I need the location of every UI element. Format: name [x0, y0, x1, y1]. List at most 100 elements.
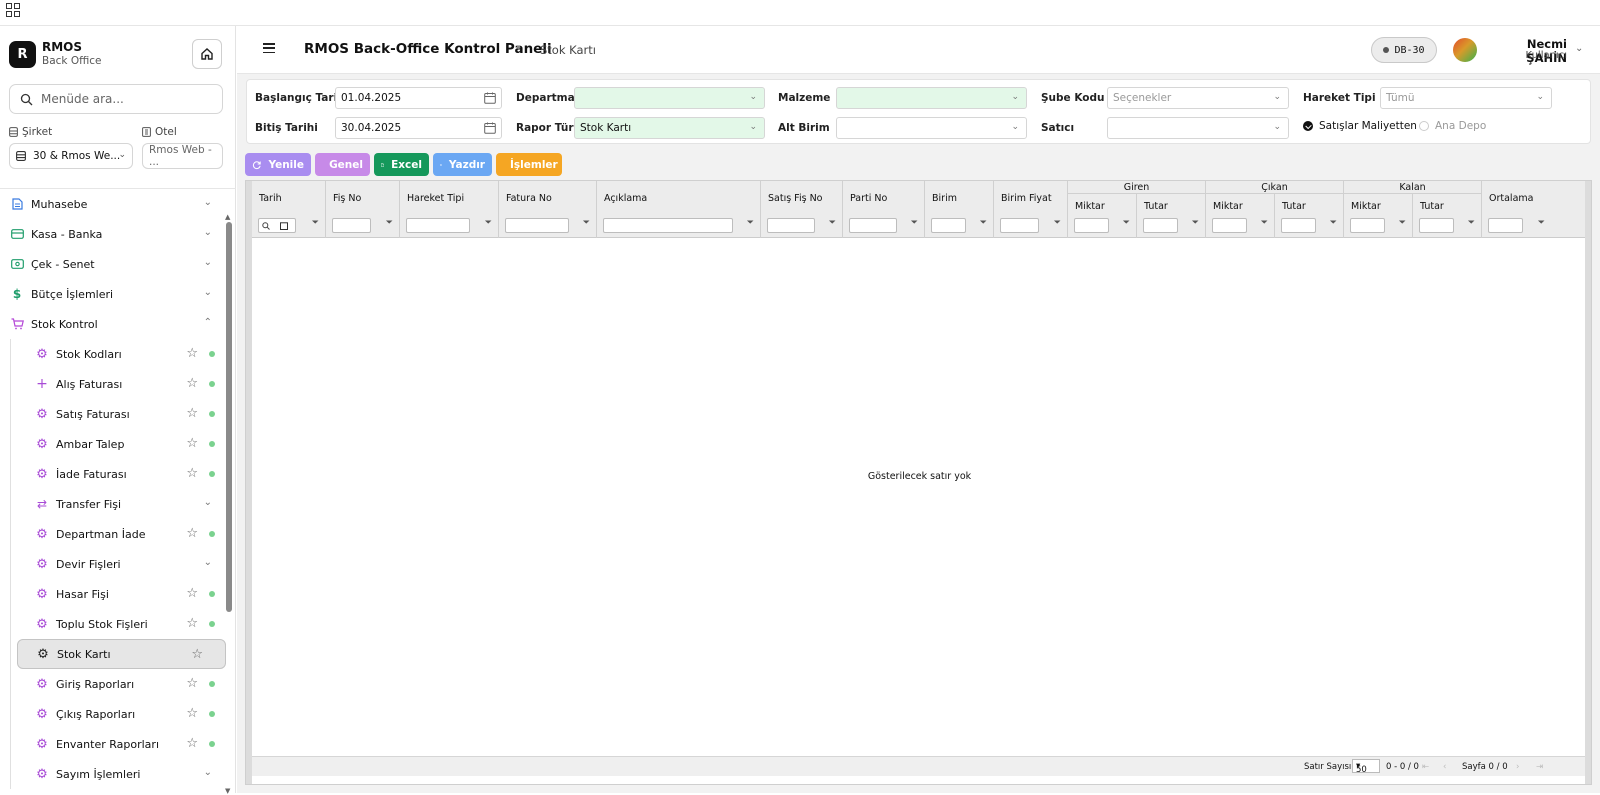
filter-icon[interactable]: ⏷: [312, 218, 319, 228]
star-icon[interactable]: ☆: [186, 706, 198, 721]
column-filter-input[interactable]: [1419, 218, 1454, 233]
grid-scrollbar[interactable]: [1585, 181, 1591, 784]
sidebar-item-devir-fisleri[interactable]: ⚙ Devir Fişleri ⌄: [17, 549, 226, 579]
column-ortalama[interactable]: Ortalama ⏷: [1482, 181, 1551, 238]
filter-icon[interactable]: ⏷: [1468, 218, 1475, 228]
column-filter-input[interactable]: [931, 218, 966, 233]
sidebar-item-iade-faturasi[interactable]: ⚙ İade Faturası ☆: [17, 459, 226, 489]
calendar-icon[interactable]: [280, 222, 288, 230]
rows-per-page-select[interactable]: 50 ▾: [1352, 759, 1380, 773]
filter-icon[interactable]: ⏷: [829, 218, 836, 228]
column-filter-input[interactable]: [406, 218, 470, 233]
column-aciklama[interactable]: Açıklama ⏷: [597, 181, 761, 238]
material-select[interactable]: ⌄: [836, 87, 1027, 109]
filter-icon[interactable]: ⏷: [1123, 218, 1130, 228]
end-date-input[interactable]: 30.04.2025: [335, 117, 502, 139]
filter-icon[interactable]: ⏷: [1192, 218, 1199, 228]
star-icon[interactable]: ☆: [186, 436, 198, 451]
sidebar-item-stok-kodlari[interactable]: ⚙ Stok Kodları ☆: [17, 339, 226, 369]
column-filter-input[interactable]: [1000, 218, 1039, 233]
sidebar-item-sayim-islemleri[interactable]: ⚙ Sayım İşlemleri ⌄: [17, 759, 226, 789]
previous-page-icon[interactable]: ‹: [1443, 762, 1446, 772]
database-badge[interactable]: DB-30: [1371, 37, 1437, 63]
general-button[interactable]: Genel: [315, 153, 370, 176]
first-page-icon[interactable]: ⇤: [1422, 762, 1429, 772]
column-filter-input[interactable]: [1488, 218, 1523, 233]
filter-icon[interactable]: ⏷: [1399, 218, 1406, 228]
filter-icon[interactable]: ⏷: [583, 218, 590, 228]
star-icon[interactable]: ☆: [186, 676, 198, 691]
column-kalan-miktar[interactable]: Miktar ⏷: [1344, 194, 1413, 238]
actions-button[interactable]: İşlemler: [496, 153, 562, 176]
report-type-select[interactable]: Stok Kartı ⌄: [574, 117, 765, 139]
column-filter-input[interactable]: [1074, 218, 1109, 233]
sidebar-item-departman-iade[interactable]: ⚙ Departman İade ☆: [17, 519, 226, 549]
star-icon[interactable]: ☆: [186, 736, 198, 751]
last-page-icon[interactable]: ⇥: [1536, 762, 1543, 772]
column-filter-input[interactable]: [332, 218, 371, 233]
sidebar-item-cikis-raporlari[interactable]: ⚙ Çıkış Raporları ☆: [17, 699, 226, 729]
star-icon[interactable]: ☆: [186, 406, 198, 421]
seller-select[interactable]: ⌄: [1107, 117, 1289, 139]
radio-main-depot[interactable]: Ana Depo: [1419, 120, 1486, 132]
filter-icon[interactable]: ⏷: [911, 218, 918, 228]
column-filter-input[interactable]: [505, 218, 569, 233]
column-parti-no[interactable]: Parti No ⏷: [843, 181, 925, 238]
start-date-input[interactable]: 01.04.2025: [335, 87, 502, 109]
star-icon[interactable]: ☆: [186, 586, 198, 601]
print-button[interactable]: Yazdır: [433, 153, 492, 176]
star-icon[interactable]: ☆: [191, 647, 203, 662]
column-filter-input[interactable]: [849, 218, 897, 233]
sidebar-scrollbar[interactable]: ▲ ▼: [225, 222, 233, 782]
hotel-select[interactable]: Rmos Web - ...: [142, 143, 223, 169]
column-birim-fiyat[interactable]: Birim Fiyat ⏷: [994, 181, 1068, 238]
excel-button[interactable]: Excel: [374, 153, 429, 176]
filter-icon[interactable]: ⏷: [1054, 218, 1061, 228]
column-filter-input[interactable]: [1212, 218, 1247, 233]
star-icon[interactable]: ☆: [186, 346, 198, 361]
sub-unit-select[interactable]: ⌄: [836, 117, 1027, 139]
refresh-button[interactable]: Yenile: [245, 153, 311, 176]
sidebar-item-ambar-talep[interactable]: ⚙ Ambar Talep ☆: [17, 429, 226, 459]
apps-grid-icon[interactable]: [6, 3, 20, 17]
sidebar-item-kasa-banka[interactable]: Kasa - Banka ⌄: [0, 219, 226, 249]
filter-icon[interactable]: ⏷: [1330, 218, 1337, 228]
sidebar-item-transfer-fisi[interactable]: ⇄ Transfer Fişi ⌄: [17, 489, 226, 519]
next-page-icon[interactable]: ›: [1516, 762, 1519, 772]
star-icon[interactable]: ☆: [186, 376, 198, 391]
column-satis-fis-no[interactable]: Satış Fiş No ⏷: [761, 181, 843, 238]
branch-select[interactable]: Seçenekler ⌄: [1107, 87, 1289, 109]
star-icon[interactable]: ☆: [186, 616, 198, 631]
sidebar-item-satis-faturasi[interactable]: ⚙ Satış Faturası ☆: [17, 399, 226, 429]
scrollbar-thumb[interactable]: [226, 222, 232, 612]
sidebar-item-muhasebe[interactable]: Muhasebe ⌄: [0, 189, 226, 219]
column-filter-input[interactable]: [1143, 218, 1178, 233]
column-giren-miktar[interactable]: Miktar ⏷: [1068, 194, 1137, 238]
column-birim[interactable]: Birim ⏷: [925, 181, 994, 238]
movement-type-select[interactable]: Tümü ⌄: [1380, 87, 1552, 109]
avatar[interactable]: [1453, 38, 1477, 62]
filter-icon[interactable]: ⏷: [1538, 218, 1545, 228]
column-cikan-tutar[interactable]: Tutar ⏷: [1275, 194, 1344, 238]
radio-sales-cost[interactable]: Satışlar Maliyetten: [1303, 120, 1417, 132]
sidebar-item-butce[interactable]: $ Bütçe İşlemleri ⌄: [0, 279, 226, 309]
filter-icon[interactable]: ⏷: [1261, 218, 1268, 228]
column-filter-input[interactable]: [1281, 218, 1316, 233]
column-tarih[interactable]: Tarih ⏷: [252, 181, 326, 238]
department-select[interactable]: ⌄: [574, 87, 765, 109]
filter-icon[interactable]: ⏷: [485, 218, 492, 228]
filter-icon[interactable]: ⏷: [980, 218, 987, 228]
sidebar-item-alis-faturasi[interactable]: + Alış Faturası ☆: [17, 369, 226, 399]
scroll-up-icon[interactable]: ▲: [225, 213, 230, 221]
column-hareket-tipi[interactable]: Hareket Tipi ⏷: [400, 181, 499, 238]
filter-icon[interactable]: ⏷: [747, 218, 754, 228]
calendar-icon[interactable]: [484, 92, 496, 104]
chevron-down-icon[interactable]: ⌄: [1575, 43, 1583, 54]
star-icon[interactable]: ☆: [186, 466, 198, 481]
sidebar-item-stok-karti[interactable]: ⚙ Stok Kartı ☆: [17, 639, 226, 669]
sidebar-item-giris-raporlari[interactable]: ⚙ Giriş Raporları ☆: [17, 669, 226, 699]
column-cikan-miktar[interactable]: Miktar ⏷: [1206, 194, 1275, 238]
sidebar-item-hasar-fisi[interactable]: ⚙ Hasar Fişi ☆: [17, 579, 226, 609]
date-filter-input[interactable]: [258, 218, 296, 233]
scroll-down-icon[interactable]: ▼: [225, 787, 230, 795]
